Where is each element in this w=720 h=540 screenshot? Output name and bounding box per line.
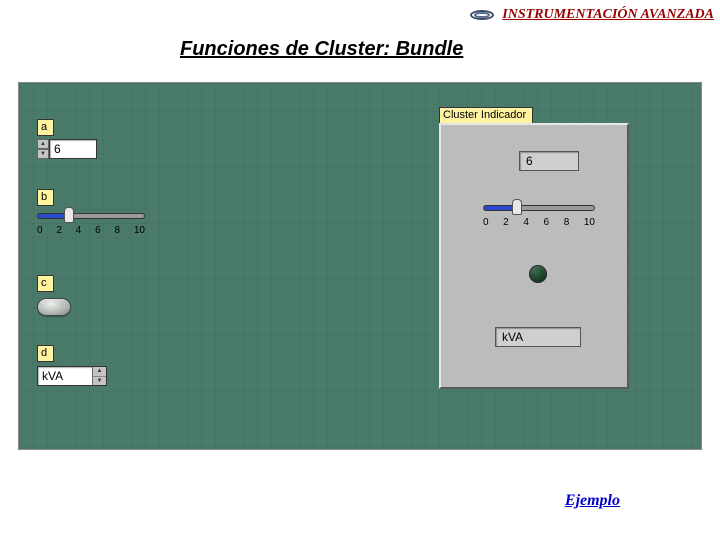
numeric-control-a[interactable]: ▲ ▼ 6 — [37, 139, 97, 159]
tick-label: 2 — [503, 217, 509, 228]
cluster-indicator: 6 0 2 4 6 8 10 kVA — [439, 123, 629, 389]
control-d: d kVA ▲ ▼ — [37, 343, 107, 386]
tick-label: 2 — [56, 225, 62, 236]
combo-spin-buttons[interactable]: ▲ ▼ — [92, 367, 106, 385]
combo-control-d[interactable]: kVA ▲ ▼ — [37, 366, 107, 386]
chevron-up-icon[interactable]: ▲ — [93, 367, 106, 377]
page-title: Funciones de Cluster: Bundle — [180, 38, 463, 61]
tick-label: 4 — [523, 217, 529, 228]
control-c: c — [37, 273, 71, 316]
slider-ticks-indicator: 0 2 4 6 8 10 — [483, 217, 595, 228]
numeric-field-a[interactable]: 6 — [49, 139, 97, 159]
tick-label: 4 — [76, 225, 82, 236]
decrement-icon[interactable]: ▼ — [37, 149, 49, 159]
front-panel: a ▲ ▼ 6 b 0 2 4 6 8 10 — [18, 82, 702, 450]
tick-label: 6 — [95, 225, 101, 236]
slider-control-b[interactable]: 0 2 4 6 8 10 — [37, 209, 145, 236]
tick-label: 0 — [483, 217, 489, 228]
control-b-label: b — [37, 189, 54, 206]
tick-label: 8 — [564, 217, 570, 228]
increment-icon[interactable]: ▲ — [37, 139, 49, 149]
indicator-numeric: 6 — [519, 151, 579, 171]
brand-title: INSTRUMENTACIÓN AVANZADA — [502, 7, 714, 23]
ejemplo-link[interactable]: Ejemplo — [565, 492, 620, 510]
slider-track — [37, 213, 145, 219]
tick-label: 8 — [115, 225, 121, 236]
control-c-label: c — [37, 275, 54, 292]
tick-label: 10 — [584, 217, 595, 228]
indicator-slider: 0 2 4 6 8 10 — [483, 201, 595, 228]
tick-label: 0 — [37, 225, 43, 236]
chevron-down-icon[interactable]: ▼ — [93, 377, 106, 386]
slider-thumb — [512, 199, 522, 215]
header-bar: INSTRUMENTACIÓN AVANZADA — [468, 6, 714, 24]
indicator-led — [529, 265, 547, 283]
slider-track — [483, 205, 595, 211]
control-d-label: d — [37, 345, 54, 362]
indicator-combo: kVA — [495, 327, 581, 347]
control-a-label: a — [37, 119, 54, 136]
brand-logo — [468, 6, 496, 24]
cluster-label: Cluster Indicador — [439, 107, 533, 124]
tick-label: 6 — [544, 217, 550, 228]
combo-value-d: kVA — [38, 367, 92, 385]
boolean-toggle-c[interactable] — [37, 298, 71, 316]
spin-buttons[interactable]: ▲ ▼ — [37, 139, 49, 159]
control-b: b 0 2 4 6 8 10 — [37, 187, 145, 236]
slider-thumb[interactable] — [64, 207, 74, 223]
control-a: a ▲ ▼ 6 — [37, 117, 97, 159]
slider-ticks-b: 0 2 4 6 8 10 — [37, 225, 145, 236]
tick-label: 10 — [134, 225, 145, 236]
